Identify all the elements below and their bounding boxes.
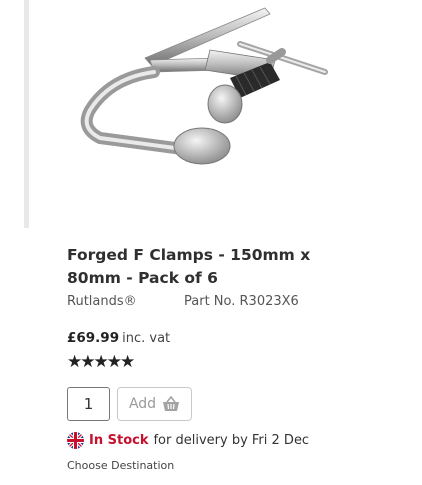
product-title[interactable]: Forged F Clamps - 150mm x 80mm - Pack of… xyxy=(67,244,357,290)
stock-status: In Stock for delivery by Fri 2 Dec xyxy=(67,432,309,449)
add-button-label: Add xyxy=(128,396,157,412)
in-stock-label: In Stock xyxy=(89,433,149,448)
part-number: Part No. R3023X6 xyxy=(184,294,299,309)
uk-flag-icon xyxy=(67,432,84,449)
choose-destination-link[interactable]: Choose Destination xyxy=(67,459,174,472)
basket-icon xyxy=(163,396,180,411)
product-image[interactable] xyxy=(70,0,340,215)
add-to-basket-button[interactable]: Add xyxy=(117,387,192,421)
rating-stars: ★★★★★ xyxy=(67,352,135,372)
quantity-input[interactable] xyxy=(67,387,110,421)
price-row: £69.99 inc. vat xyxy=(67,330,170,346)
price-suffix: inc. vat xyxy=(122,331,171,346)
product-brand: Rutlands® xyxy=(67,294,137,309)
delivery-text: for delivery by Fri 2 Dec xyxy=(153,433,310,448)
product-price: £69.99 xyxy=(67,330,120,346)
panel-divider xyxy=(24,0,29,228)
